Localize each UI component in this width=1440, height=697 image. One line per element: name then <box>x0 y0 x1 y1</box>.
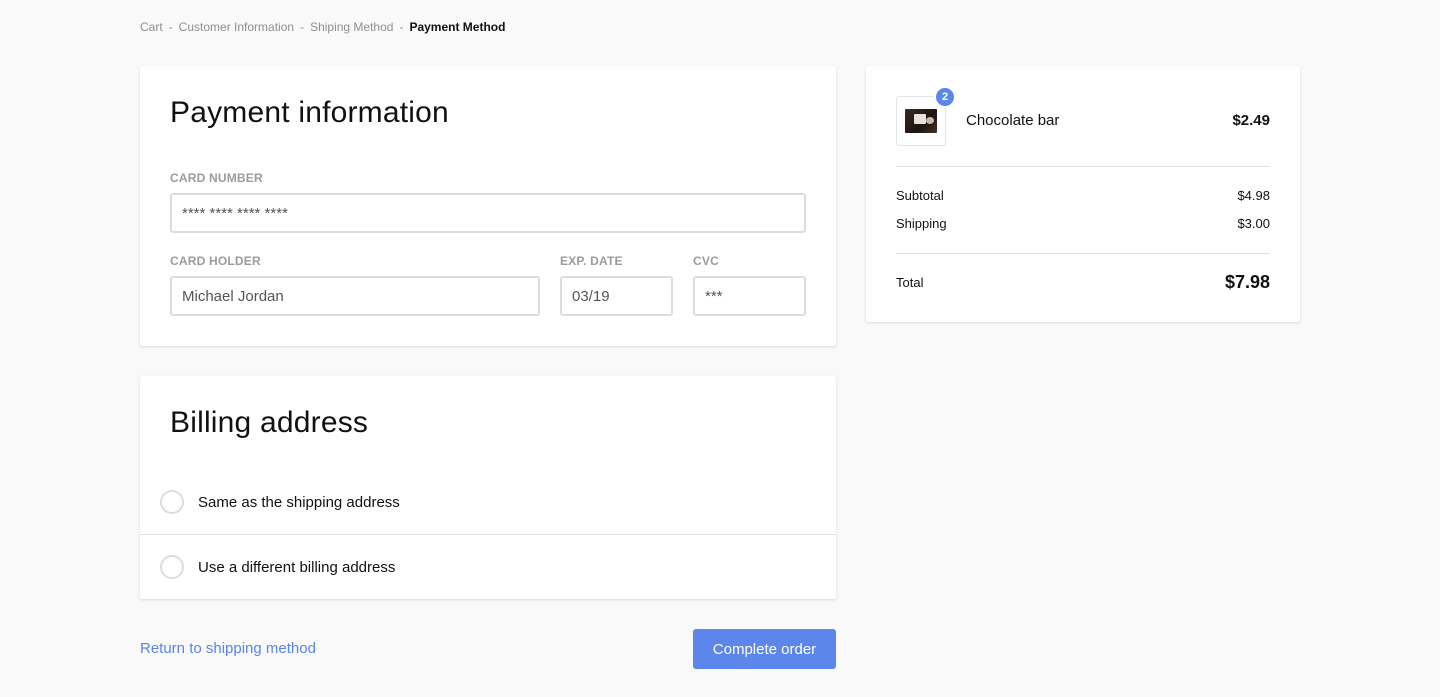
exp-date-input[interactable] <box>560 276 673 316</box>
billing-option-label: Use a different billing address <box>198 558 396 576</box>
payment-information-title: Payment information <box>170 96 449 129</box>
breadcrumb-item-payment-method: Payment Method <box>409 20 506 34</box>
shipping-label: Shipping <box>896 216 947 231</box>
subtotal-value: $4.98 <box>1237 188 1270 203</box>
divider <box>896 253 1270 254</box>
total-value: $7.98 <box>1224 272 1270 292</box>
card-holder-label: CARD HOLDER <box>170 254 261 268</box>
breadcrumb-separator: - <box>168 20 173 34</box>
cvc-input[interactable] <box>693 276 806 316</box>
subtotal-label: Subtotal <box>896 188 944 203</box>
return-to-shipping-link[interactable]: Return to shipping method <box>140 640 316 657</box>
breadcrumb-item-shipping-method[interactable]: Shiping Method <box>310 20 393 34</box>
billing-option-same-address[interactable]: Same as the shipping address <box>140 470 836 534</box>
breadcrumb: Cart - Customer Information - Shiping Me… <box>140 19 505 35</box>
billing-option-label: Same as the shipping address <box>198 493 400 511</box>
billing-address-title: Billing address <box>170 406 369 439</box>
card-number-input[interactable] <box>170 193 806 233</box>
billing-address-card: Billing address Same as the shipping add… <box>140 376 836 599</box>
breadcrumb-item-customer-information[interactable]: Customer Information <box>179 20 294 34</box>
breadcrumb-item-cart[interactable]: Cart <box>140 20 163 34</box>
product-price: $2.49 <box>1232 112 1270 129</box>
billing-option-different-address[interactable]: Use a different billing address <box>140 535 836 599</box>
total-label: Total <box>896 275 924 290</box>
payment-information-card: Payment information CARD NUMBER CARD HOL… <box>140 66 836 346</box>
radio-button[interactable] <box>160 490 184 514</box>
card-number-label: CARD NUMBER <box>170 171 263 185</box>
order-summary-card: 2 Chocolate bar $2.49 Subtotal $4.98 Shi… <box>866 66 1300 322</box>
breadcrumb-separator: - <box>399 20 404 34</box>
quantity-badge: 2 <box>934 86 956 108</box>
cvc-label: CVC <box>693 254 719 268</box>
radio-button[interactable] <box>160 555 184 579</box>
card-holder-input[interactable] <box>170 276 540 316</box>
shipping-value: $3.00 <box>1237 216 1270 231</box>
breadcrumb-separator: - <box>300 20 305 34</box>
divider <box>896 166 1270 167</box>
complete-order-button[interactable]: Complete order <box>693 629 836 669</box>
product-name: Chocolate bar <box>966 112 1060 129</box>
exp-date-label: EXP. DATE <box>560 254 623 268</box>
chocolate-bar-image <box>905 109 937 133</box>
